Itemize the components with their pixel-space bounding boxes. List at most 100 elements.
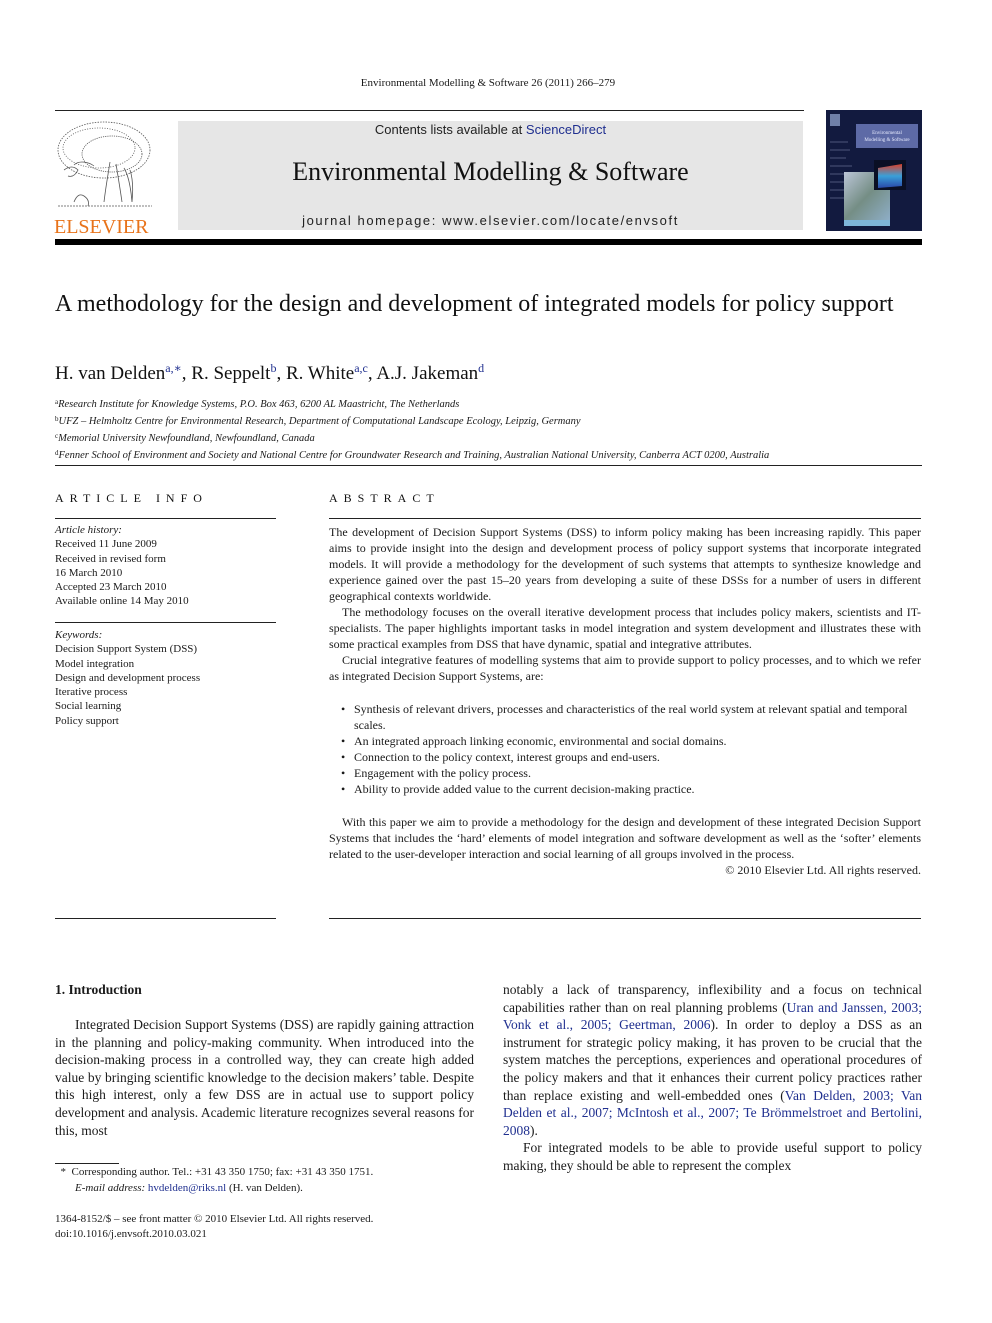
list-item: • Engagement with the policy process. [341,765,921,781]
article-info-heading: ARTICLE INFO [55,491,208,505]
cover-title-2: Modelling & Software [864,138,910,143]
body-column-left: Integrated Decision Support Systems (DSS… [55,1016,474,1139]
author-name[interactable]: H. van Delden [55,363,165,384]
keywords-label: Keywords: [55,629,103,641]
article-title: A methodology for the design and develop… [55,291,894,317]
author-affiliation-mark[interactable]: d [478,361,484,375]
keyword: Decision Support System (DSS) [55,643,198,656]
keywords: Keywords: Decision Support System (DSS) … [55,628,280,728]
abstract-paragraph: Crucial integrative features of modellin… [329,653,921,683]
affiliation: dFenner School of Environment and Societ… [55,446,769,463]
article-info-end-rule [55,918,276,919]
list-item-text: An integrated approach linking economic,… [354,734,727,748]
journal-banner: Contents lists available at ScienceDirec… [178,121,803,230]
tree-icon [57,121,152,207]
doi[interactable]: doi:10.1016/j.envsoft.2010.03.021 [55,1227,373,1242]
author-list: H. van Deldena,∗, R. Seppeltb, R. Whitea… [55,361,484,385]
contents-available-line: Contents lists available at ScienceDirec… [178,122,803,137]
section-divider [55,465,922,466]
elsevier-logo[interactable]: ELSEVIER [54,120,156,237]
history-entry: Received in revised form [55,552,166,565]
corresponding-author-note: * Corresponding author. Tel.: +31 43 350… [55,1165,374,1181]
contents-prefix: Contents lists available at [374,122,526,137]
abstract-paragraph: With this paper we aim to provide a meth… [329,815,921,861]
list-item-text: Connection to the policy context, intere… [354,750,660,764]
list-item: • Synthesis of relevant drivers, processe… [341,701,921,733]
body-paragraph: For integrated models to be able to prov… [503,1140,922,1173]
history-entry: Accepted 23 March 2010 [55,581,167,594]
abstract-body: The development of Decision Support Syst… [329,524,921,878]
affiliation-text: UFZ – Helmholtz Centre for Environmental… [58,416,581,427]
abstract-paragraph: The development of Decision Support Syst… [329,525,921,603]
keyword: Policy support [55,714,119,727]
feature-list: • Synthesis of relevant drivers, processe… [329,701,921,797]
cover-title-1: Environmental [872,131,902,136]
list-item-text: Ability to provide added value to the cu… [354,782,695,796]
keywords-rule [55,622,276,623]
abstract-paragraph: The methodology focuses on the overall i… [329,605,921,651]
affiliation: bUFZ – Helmholtz Centre for Environmenta… [55,412,769,429]
journal-cover-image[interactable]: Environmental Modelling & Software [826,110,922,231]
bullet-icon: • [341,750,346,764]
abstract-end-rule [329,918,921,919]
list-item: • Connection to the policy context, inter… [341,749,921,765]
list-item-text: Synthesis of relevant drivers, processes… [354,702,908,732]
email-suffix: (H. van Delden). [226,1181,303,1194]
header-rule [55,110,804,111]
affiliation-list: aResearch Institute for Knowledge System… [55,395,769,463]
affiliation-text: Memorial University Newfoundland, Newfou… [58,433,315,444]
affiliation-text: Research Institute for Knowledge Systems… [58,399,460,410]
email-link[interactable]: hvdelden@riks.nl [148,1182,226,1194]
footnote-mark: * [60,1166,67,1178]
body-text: ). [530,1122,538,1138]
author-affiliation-mark[interactable]: a,∗ [165,361,181,375]
author-name[interactable]: A.J. Jakeman [376,363,478,384]
keyword: Social learning [55,700,122,713]
front-matter-line: 1364-8152/$ – see front matter © 2010 El… [55,1213,374,1225]
keyword: Design and development process [55,671,201,684]
journal-title: Environmental Modelling & Software [292,157,689,186]
article-history: Article history: Received 11 June 2009 R… [55,523,280,609]
history-entry: 16 March 2010 [55,566,123,579]
affiliation-text: Fenner School of Environment and Society… [58,450,770,461]
bullet-icon: • [341,782,346,796]
keyword: Iterative process [55,686,128,699]
article-info-rule [55,518,276,519]
list-item: • Ability to provide added value to the c… [341,781,921,797]
author-separator: , [181,363,192,384]
author-name[interactable]: R. Seppelt [191,363,270,384]
elsevier-wordmark: ELSEVIER [54,216,149,238]
author-name[interactable]: R. White [286,363,354,384]
bullet-icon: • [341,766,346,780]
front-matter: 1364-8152/$ – see front matter © 2010 El… [55,1212,373,1241]
email-label: E-mail address: [75,1181,148,1194]
author-separator: , [276,363,286,384]
list-item: • An integrated approach linking economic… [341,733,921,749]
author-affiliation-mark[interactable]: a,c [354,361,368,375]
journal-homepage-link[interactable]: journal homepage: www.elsevier.com/locat… [178,213,803,228]
affiliation: aResearch Institute for Knowledge System… [55,395,769,412]
copyright: © 2010 Elsevier Ltd. All rights reserved… [725,863,921,877]
body-paragraph: notably a lack of transparency, inflexib… [503,981,922,1139]
affiliation: cMemorial University Newfoundland, Newfo… [55,429,769,446]
body-paragraph: Integrated Decision Support Systems (DSS… [55,1017,474,1138]
history-entry: Available online 14 May 2010 [55,595,189,608]
list-item-text: Engagement with the policy process. [354,766,531,780]
email-line: E-mail address: hvdelden@riks.nl (H. van… [55,1181,373,1197]
bullet-icon: • [341,702,346,716]
keyword: Model integration [55,657,135,670]
body-column-right: notably a lack of transparency, inflexib… [503,981,922,1175]
header-thick-rule [55,239,922,245]
footnote: * Corresponding author. Tel.: +31 43 350… [55,1165,374,1197]
section-heading-introduction: 1. Introduction [55,982,142,997]
cover-art-icon: Environmental Modelling & Software [826,110,922,231]
abstract-rule [329,518,921,519]
history-entry: Received 11 June 2009 [55,538,157,551]
bullet-icon: • [341,734,346,748]
abstract-heading: ABSTRACT [329,491,440,505]
article-history-label: Article history: [55,524,122,536]
footnote-rule [55,1163,119,1164]
running-head: Environmental Modelling & Software 26 (2… [360,77,616,89]
sciencedirect-link[interactable]: ScienceDirect [526,122,606,137]
footnote-text: Corresponding author. Tel.: +31 43 350 1… [71,1166,374,1178]
